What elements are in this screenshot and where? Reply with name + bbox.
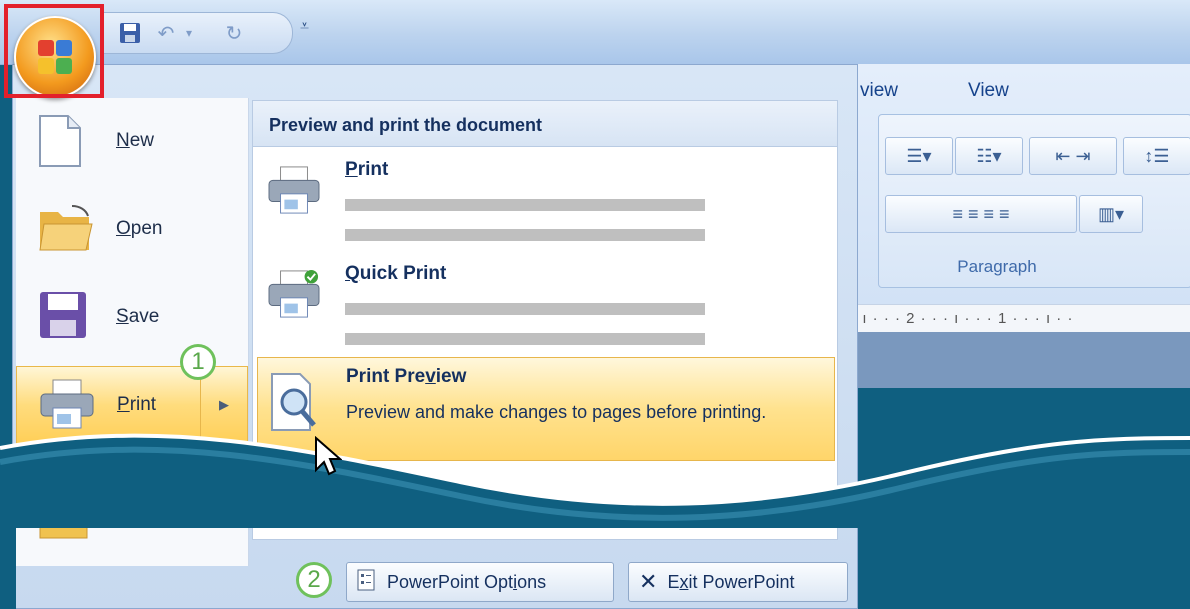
- open-folder-icon: [38, 202, 94, 256]
- menu-item-open[interactable]: Open: [16, 190, 248, 268]
- options-label-start: PowerPoint Opt: [387, 571, 514, 592]
- print-preview-title-end: iew: [435, 366, 467, 387]
- quick-access-toolbar: ↶ ▾ ↻: [104, 12, 293, 54]
- bullets-icon[interactable]: ☰▾: [885, 137, 953, 175]
- menu-item-save-label: ave: [128, 306, 160, 327]
- callout-2: 2: [296, 562, 332, 598]
- print-accesskey: P: [345, 159, 358, 180]
- options-label-end: ons: [517, 571, 547, 592]
- decorative-wave: [0, 433, 1190, 528]
- save-disk-icon: [38, 290, 94, 344]
- ruler: · · ı · · · 2 · · · ı · · · 1 · · · ı · …: [840, 304, 1190, 334]
- columns-icon[interactable]: ▥▾: [1079, 195, 1143, 233]
- undo-icon[interactable]: ↶: [154, 21, 178, 45]
- paragraph-group: ☰▾ ☷▾ ⇤ ⇥ ↕☰ ≡ ≡ ≡ ≡ ▥▾ Paragraph: [878, 114, 1190, 288]
- mouse-cursor-icon: [315, 436, 342, 476]
- align-icons[interactable]: ≡ ≡ ≡ ≡: [885, 195, 1077, 233]
- powerpoint-options-button[interactable]: PowerPoint Options: [346, 562, 614, 602]
- close-icon: ✕: [639, 569, 658, 594]
- menu-item-new[interactable]: New: [16, 102, 248, 180]
- office-button-highlight: [4, 4, 104, 98]
- callout-1: 1: [180, 344, 216, 380]
- tab-review[interactable]: view: [860, 80, 898, 102]
- ruler-text: · · ı · · · 2 · · · ı · · · 1 · · · ı · …: [840, 310, 1074, 327]
- exit-label-end: it PowerPoint: [688, 571, 795, 592]
- undo-dropdown-icon[interactable]: ▾: [182, 21, 196, 45]
- submenu-item-print[interactable]: Print: [257, 151, 835, 251]
- ruler-band: [840, 332, 1190, 388]
- line-spacing-icon[interactable]: ↕☰: [1123, 137, 1190, 175]
- menu-item-save-accesskey: S: [116, 306, 129, 327]
- menu-item-open-accesskey: O: [116, 218, 131, 239]
- customize-qat-icon[interactable]: ⩡: [300, 18, 309, 36]
- print-title: rint: [357, 159, 389, 180]
- menu-footer: PowerPoint Options ✕ Exit PowerPoint: [12, 560, 858, 609]
- menu-item-print-accesskey: P: [117, 394, 130, 415]
- placeholder-bar: [345, 229, 705, 241]
- new-document-icon: [38, 114, 94, 168]
- print-preview-title-start: Print Pre: [346, 366, 426, 387]
- tab-view[interactable]: View: [968, 80, 1009, 102]
- menu-item-new-label: ew: [129, 130, 155, 151]
- print-preview-accesskey: v: [425, 366, 436, 387]
- quick-print-icon: [267, 269, 321, 323]
- submenu-header: Preview and print the document: [253, 101, 837, 147]
- numbering-icon[interactable]: ☷▾: [955, 137, 1023, 175]
- exit-label-start: E: [667, 571, 680, 592]
- menu-item-print-label: rint: [129, 394, 157, 415]
- paragraph-group-label: Paragraph: [957, 257, 1037, 276]
- placeholder-bar: [345, 199, 705, 211]
- placeholder-bar: [345, 303, 705, 315]
- menu-item-new-accesskey: N: [116, 130, 130, 151]
- redo-icon[interactable]: ↻: [222, 21, 246, 45]
- menu-item-save[interactable]: Save: [16, 278, 248, 356]
- indent-icon[interactable]: ⇤ ⇥: [1029, 137, 1117, 175]
- save-icon[interactable]: [118, 21, 142, 45]
- menu-item-open-label: pen: [130, 218, 163, 239]
- options-icon: [357, 569, 375, 596]
- exit-powerpoint-button[interactable]: ✕ Exit PowerPoint: [628, 562, 848, 602]
- quick-print-accesskey: Q: [345, 263, 360, 284]
- left-edge-fill: [0, 470, 16, 609]
- quick-print-title: uick Print: [359, 263, 447, 284]
- printer-icon: [267, 165, 321, 219]
- submenu-item-quick-print[interactable]: Quick Print: [257, 255, 835, 355]
- placeholder-bar: [345, 333, 705, 345]
